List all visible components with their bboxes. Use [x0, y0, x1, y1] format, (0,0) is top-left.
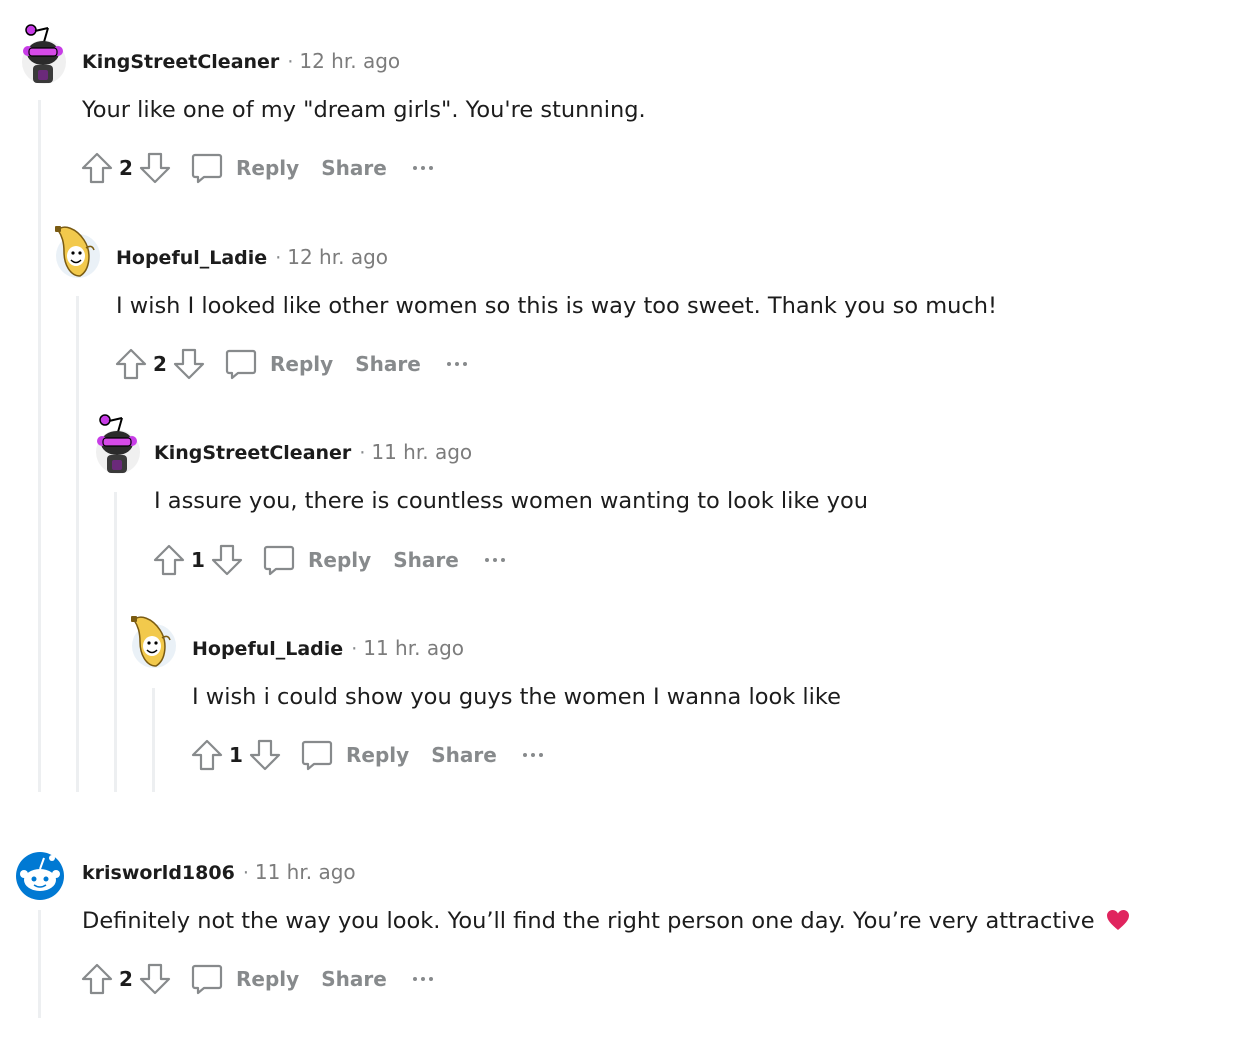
comment-actions: 1 Reply Share — [190, 735, 543, 775]
reply-button[interactable]: Reply — [224, 347, 333, 381]
comment-meta: krisworld1806 · 11 hr. ago — [82, 860, 356, 885]
comment-body: I wish i could show you guys the women I… — [192, 684, 841, 710]
comment-actions: 1 Reply Share — [152, 540, 505, 580]
banana-snoo-icon[interactable] — [126, 608, 182, 670]
meta-separator: · — [351, 638, 358, 660]
upvote-icon[interactable] — [152, 543, 186, 577]
more-options-icon[interactable] — [522, 750, 543, 760]
comment-meta: KingStreetCleaner · 11 hr. ago — [154, 440, 472, 465]
banana-snoo-icon[interactable] — [50, 218, 106, 280]
share-button[interactable]: Share — [431, 743, 497, 767]
downvote-icon[interactable] — [138, 962, 172, 996]
author-name[interactable]: Hopeful_Ladie — [192, 638, 343, 660]
downvote-icon[interactable] — [248, 738, 282, 772]
comment-text: Definitely not the way you look. You’ll … — [82, 908, 1095, 934]
share-button[interactable]: Share — [321, 156, 387, 180]
upvote-icon[interactable] — [114, 347, 148, 381]
share-button[interactable]: Share — [355, 352, 421, 376]
reply-button[interactable]: Reply — [262, 543, 371, 577]
share-button[interactable]: Share — [393, 548, 459, 572]
more-options-icon[interactable] — [412, 163, 433, 173]
comment-bubble-icon — [224, 347, 258, 381]
author-name[interactable]: krisworld1806 — [82, 862, 235, 884]
upvote-icon[interactable] — [80, 151, 114, 185]
more-options-icon[interactable] — [412, 974, 433, 984]
comment-meta: Hopeful_Ladie · 11 hr. ago — [192, 636, 464, 661]
reply-label: Reply — [308, 548, 372, 572]
timestamp[interactable]: 11 hr. ago — [363, 636, 464, 660]
meta-separator: · — [242, 862, 249, 884]
reply-label: Reply — [346, 743, 410, 767]
comment-body: I wish I looked like other women so this… — [116, 293, 998, 319]
reply-label: Reply — [270, 352, 334, 376]
thread-line-level-2[interactable] — [76, 296, 79, 792]
downvote-icon[interactable] — [138, 151, 172, 185]
meta-separator: · — [287, 51, 294, 73]
comment-bubble-icon — [190, 151, 224, 185]
share-button[interactable]: Share — [321, 967, 387, 991]
comment-body: Definitely not the way you look. You’ll … — [82, 906, 1130, 936]
thread-line-level-4[interactable] — [152, 688, 155, 792]
snoo-purple-sunglasses-icon[interactable] — [14, 22, 70, 84]
upvote-icon[interactable] — [190, 738, 224, 772]
author-name[interactable]: KingStreetCleaner — [82, 51, 279, 73]
timestamp[interactable]: 12 hr. ago — [299, 49, 400, 73]
comment-bubble-icon — [262, 543, 296, 577]
reply-label: Reply — [236, 156, 300, 180]
more-options-icon[interactable] — [484, 555, 505, 565]
author-name[interactable]: Hopeful_Ladie — [116, 247, 267, 269]
comment-actions: 2 Reply Share — [114, 344, 467, 384]
thread-line-level-3[interactable] — [114, 492, 117, 792]
upvote-icon[interactable] — [80, 962, 114, 996]
reply-button[interactable]: Reply — [300, 738, 409, 772]
vote-score: 2 — [119, 967, 133, 991]
comment-meta: Hopeful_Ladie · 12 hr. ago — [116, 245, 388, 270]
reply-label: Reply — [236, 967, 300, 991]
timestamp[interactable]: 11 hr. ago — [255, 860, 356, 884]
comment-meta: KingStreetCleaner · 12 hr. ago — [82, 49, 400, 74]
comment-bubble-icon — [300, 738, 334, 772]
default-snoo-icon[interactable] — [14, 840, 70, 902]
vote-score: 1 — [191, 548, 205, 572]
meta-separator: · — [275, 247, 282, 269]
downvote-icon[interactable] — [172, 347, 206, 381]
comment-body: Your like one of my "dream girls". You'r… — [82, 97, 646, 123]
comment-body: I assure you, there is countless women w… — [154, 488, 868, 514]
timestamp[interactable]: 11 hr. ago — [371, 440, 472, 464]
more-options-icon[interactable] — [446, 359, 467, 369]
timestamp[interactable]: 12 hr. ago — [287, 245, 388, 269]
comment-bubble-icon — [190, 962, 224, 996]
heart-emoji-icon — [1106, 909, 1130, 931]
downvote-icon[interactable] — [210, 543, 244, 577]
vote-score: 2 — [153, 352, 167, 376]
thread-line-level-1[interactable] — [38, 100, 41, 792]
meta-separator: · — [359, 442, 366, 464]
author-name[interactable]: KingStreetCleaner — [154, 442, 351, 464]
snoo-purple-sunglasses-icon[interactable] — [88, 412, 144, 474]
thread-line-krisworld[interactable] — [38, 910, 41, 1018]
reply-button[interactable]: Reply — [190, 962, 299, 996]
vote-score: 2 — [119, 156, 133, 180]
comment-actions: 2 Reply Share — [80, 959, 433, 999]
vote-score: 1 — [229, 743, 243, 767]
comment-actions: 2 Reply Share — [80, 148, 433, 188]
reply-button[interactable]: Reply — [190, 151, 299, 185]
